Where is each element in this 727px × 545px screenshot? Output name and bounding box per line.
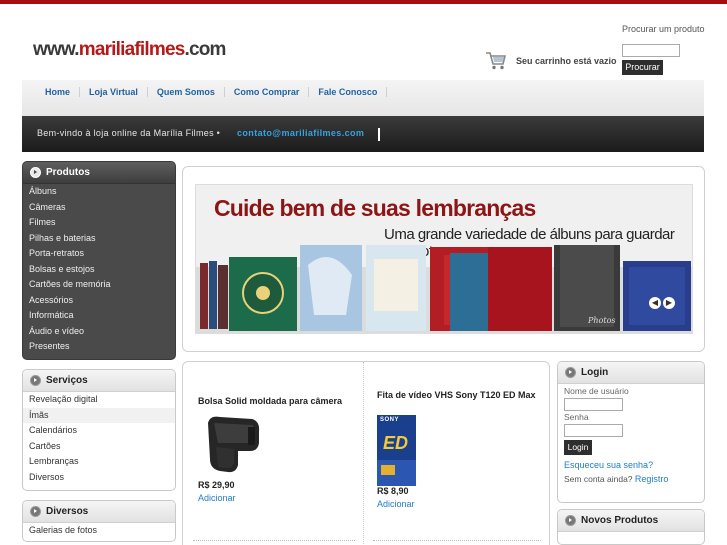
search-button[interactable]: Procurar: [622, 60, 663, 75]
menu-item-galerias[interactable]: Galerias de fotos: [23, 523, 175, 539]
password-label: Senha: [564, 412, 589, 422]
menu-item-pilhas[interactable]: Pilhas e baterias: [23, 231, 175, 247]
product-image-bolsa[interactable]: [204, 413, 262, 475]
welcome-bar: Bem-vindo à loja online da Marília Filme…: [22, 116, 704, 152]
login-button[interactable]: Login: [564, 440, 592, 455]
album-stack-image: Photos: [196, 245, 692, 333]
banner-title: Cuide bem de suas lembranças: [214, 195, 536, 221]
menu-item-bolsas[interactable]: Bolsas e estojos: [23, 262, 175, 278]
nav-fale-conosco[interactable]: Fale Conosco: [309, 87, 388, 97]
product-name-fita-vhs[interactable]: Fita de vídeo VHS Sony T120 ED Max: [377, 388, 537, 402]
menu-item-cartoes[interactable]: Cartões: [23, 439, 175, 455]
product-name-bolsa[interactable]: Bolsa Solid moldada para câmera: [198, 394, 358, 408]
product-image-fita-vhs[interactable]: SONY ED: [377, 415, 416, 486]
main-nav: Home Loja Virtual Quem Somos Como Compra…: [22, 80, 704, 116]
register-link[interactable]: Registro: [635, 474, 669, 484]
cart-icon[interactable]: [484, 48, 508, 72]
arrow-circle-icon: [565, 367, 576, 378]
album-photos-script: Photos: [587, 316, 616, 325]
contact-email-link[interactable]: contato@mariliafilmes.com: [237, 128, 364, 138]
menu-item-presentes[interactable]: Presentes: [23, 339, 175, 355]
login-box: Login Nome de usuário Senha Login Esquec…: [557, 361, 705, 503]
logo-main: mariliafilmes: [78, 39, 186, 60]
servicos-box: Serviços Revelação digital Ímãs Calendár…: [22, 369, 176, 491]
menu-item-calendarios[interactable]: Calendários: [23, 423, 175, 439]
promo-banner[interactable]: Cuide bem de suas lembranças Uma grande …: [195, 184, 693, 334]
logo-suffix: .com: [184, 39, 227, 60]
nav-quem-somos[interactable]: Quem Somos: [148, 87, 225, 97]
diversos-box: Diversos Galerias de fotos: [22, 500, 176, 542]
login-title: Login: [581, 367, 609, 378]
featured-products: Bolsa Solid moldada para câmera R$ 29,90…: [182, 361, 550, 545]
top-accent-bar: [0, 0, 727, 4]
menu-item-porta-retratos[interactable]: Porta-retratos: [23, 246, 175, 262]
menu-item-albuns[interactable]: Álbuns: [23, 184, 175, 200]
prev-arrow-icon[interactable]: ◀: [649, 297, 661, 309]
search-input[interactable]: [622, 44, 680, 57]
password-input[interactable]: [564, 424, 623, 437]
novos-produtos-title: Novos Produtos: [581, 515, 659, 526]
menu-item-audio-video[interactable]: Áudio e vídeo: [23, 324, 175, 340]
produtos-title: Produtos: [46, 167, 90, 178]
menu-item-imas[interactable]: Ímãs: [23, 407, 175, 423]
product-price-bolsa: R$ 29,90: [198, 480, 235, 490]
arrow-circle-icon: [30, 375, 41, 386]
register-prompt: Sem conta ainda? Registro: [564, 474, 668, 484]
novos-produtos-header: Novos Produtos: [558, 510, 704, 532]
produtos-box: Produtos Álbuns Câmeras Filmes Pilhas e …: [22, 161, 176, 360]
banner-controls: ◀ ▶: [649, 297, 675, 309]
diversos-title: Diversos: [46, 506, 89, 517]
menu-item-informatica[interactable]: Informática: [23, 308, 175, 324]
produtos-header: Produtos: [23, 162, 175, 184]
product-price-fita-vhs: R$ 8,90: [377, 486, 409, 496]
add-to-cart-fita-vhs[interactable]: Adicionar: [377, 499, 415, 509]
add-to-cart-bolsa[interactable]: Adicionar: [198, 493, 236, 503]
servicos-header: Serviços: [23, 370, 175, 392]
menu-item-cartoes-memoria[interactable]: Cartões de memória: [23, 277, 175, 293]
username-label: Nome de usuário: [564, 386, 629, 396]
product-divider: [363, 362, 364, 545]
arrow-circle-icon: [30, 167, 41, 178]
nav-home[interactable]: Home: [36, 87, 81, 97]
menu-item-filmes[interactable]: Filmes: [23, 215, 175, 231]
arrow-circle-icon: [30, 506, 41, 517]
diversos-header: Diversos: [23, 501, 175, 523]
next-arrow-icon[interactable]: ▶: [663, 297, 675, 309]
logo-prefix: www.: [33, 39, 80, 60]
servicos-title: Serviços: [46, 375, 88, 386]
menu-item-lembrancas[interactable]: Lembranças: [23, 454, 175, 470]
vhs-code: ED: [383, 433, 409, 453]
cart-status[interactable]: Seu carrinho está vazio: [516, 56, 617, 66]
welcome-text: Bem-vindo à loja online da Marília Filme…: [37, 128, 221, 138]
forgot-password-link[interactable]: Esqueceu sua senha?: [564, 460, 653, 470]
menu-item-diversos[interactable]: Diversos: [23, 470, 175, 486]
username-input[interactable]: [564, 398, 623, 411]
product-footer-line: [193, 540, 355, 541]
novos-produtos-box: Novos Produtos: [557, 509, 705, 545]
vhs-brand: SONY: [380, 417, 400, 423]
menu-item-cameras[interactable]: Câmeras: [23, 200, 175, 216]
login-header: Login: [558, 362, 704, 384]
search-label: Procurar um produto: [622, 24, 705, 34]
no-account-text: Sem conta ainda?: [564, 474, 633, 484]
site-logo[interactable]: www.mariliafilmes.com: [33, 39, 226, 61]
arrow-circle-icon: [565, 515, 576, 526]
menu-item-revelacao[interactable]: Revelação digital: [23, 392, 175, 408]
banner-container: Cuide bem de suas lembranças Uma grande …: [182, 166, 705, 352]
nav-loja-virtual[interactable]: Loja Virtual: [80, 87, 148, 97]
ticker-cursor: [378, 128, 380, 141]
nav-como-comprar[interactable]: Como Comprar: [225, 87, 310, 97]
menu-item-acessorios[interactable]: Acessórios: [23, 293, 175, 309]
product-footer-line: [373, 540, 541, 541]
